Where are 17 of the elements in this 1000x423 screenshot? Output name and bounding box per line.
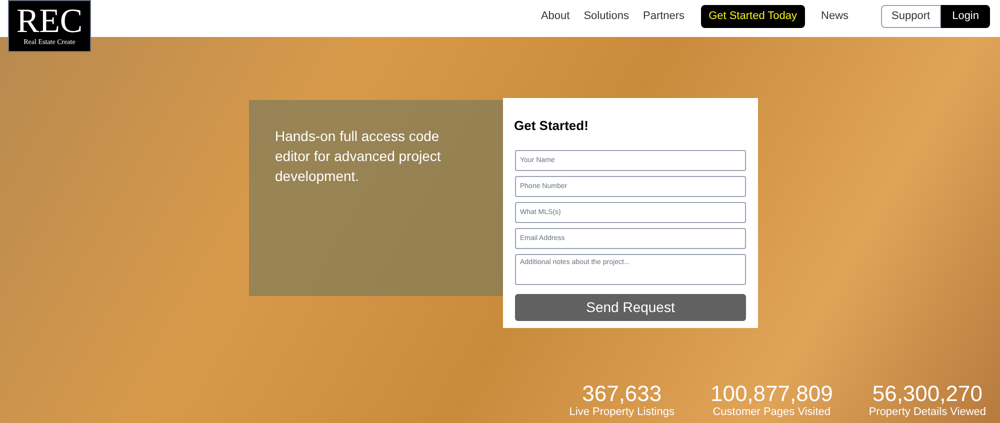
nav-cta-button[interactable]: Get Started Today: [700, 5, 806, 28]
stat-label: Customer Pages Visited: [712, 405, 831, 419]
stat-value: 56,300,270: [872, 383, 982, 405]
stat-value: 367,633: [582, 383, 662, 405]
stat-label: Live Property Listings: [569, 405, 674, 419]
tagline: Hands-on full access code editor for advanced project development.: [275, 127, 442, 186]
send-request-button[interactable]: Send Request: [515, 294, 746, 320]
nav-link[interactable]: About: [540, 8, 570, 25]
nav-link[interactable]: News: [821, 8, 849, 25]
logo-title: REC: [16, 6, 83, 38]
account-tab[interactable]: Login: [941, 5, 990, 28]
account-tab[interactable]: Support: [880, 5, 942, 28]
stat-label: Property Details Viewed: [868, 405, 986, 419]
stat-value: 100,877,809: [710, 383, 833, 405]
nav-link[interactable]: Partners: [642, 8, 685, 25]
form-title: Get Started!: [514, 117, 590, 135]
nav-link[interactable]: Solutions: [584, 8, 629, 25]
